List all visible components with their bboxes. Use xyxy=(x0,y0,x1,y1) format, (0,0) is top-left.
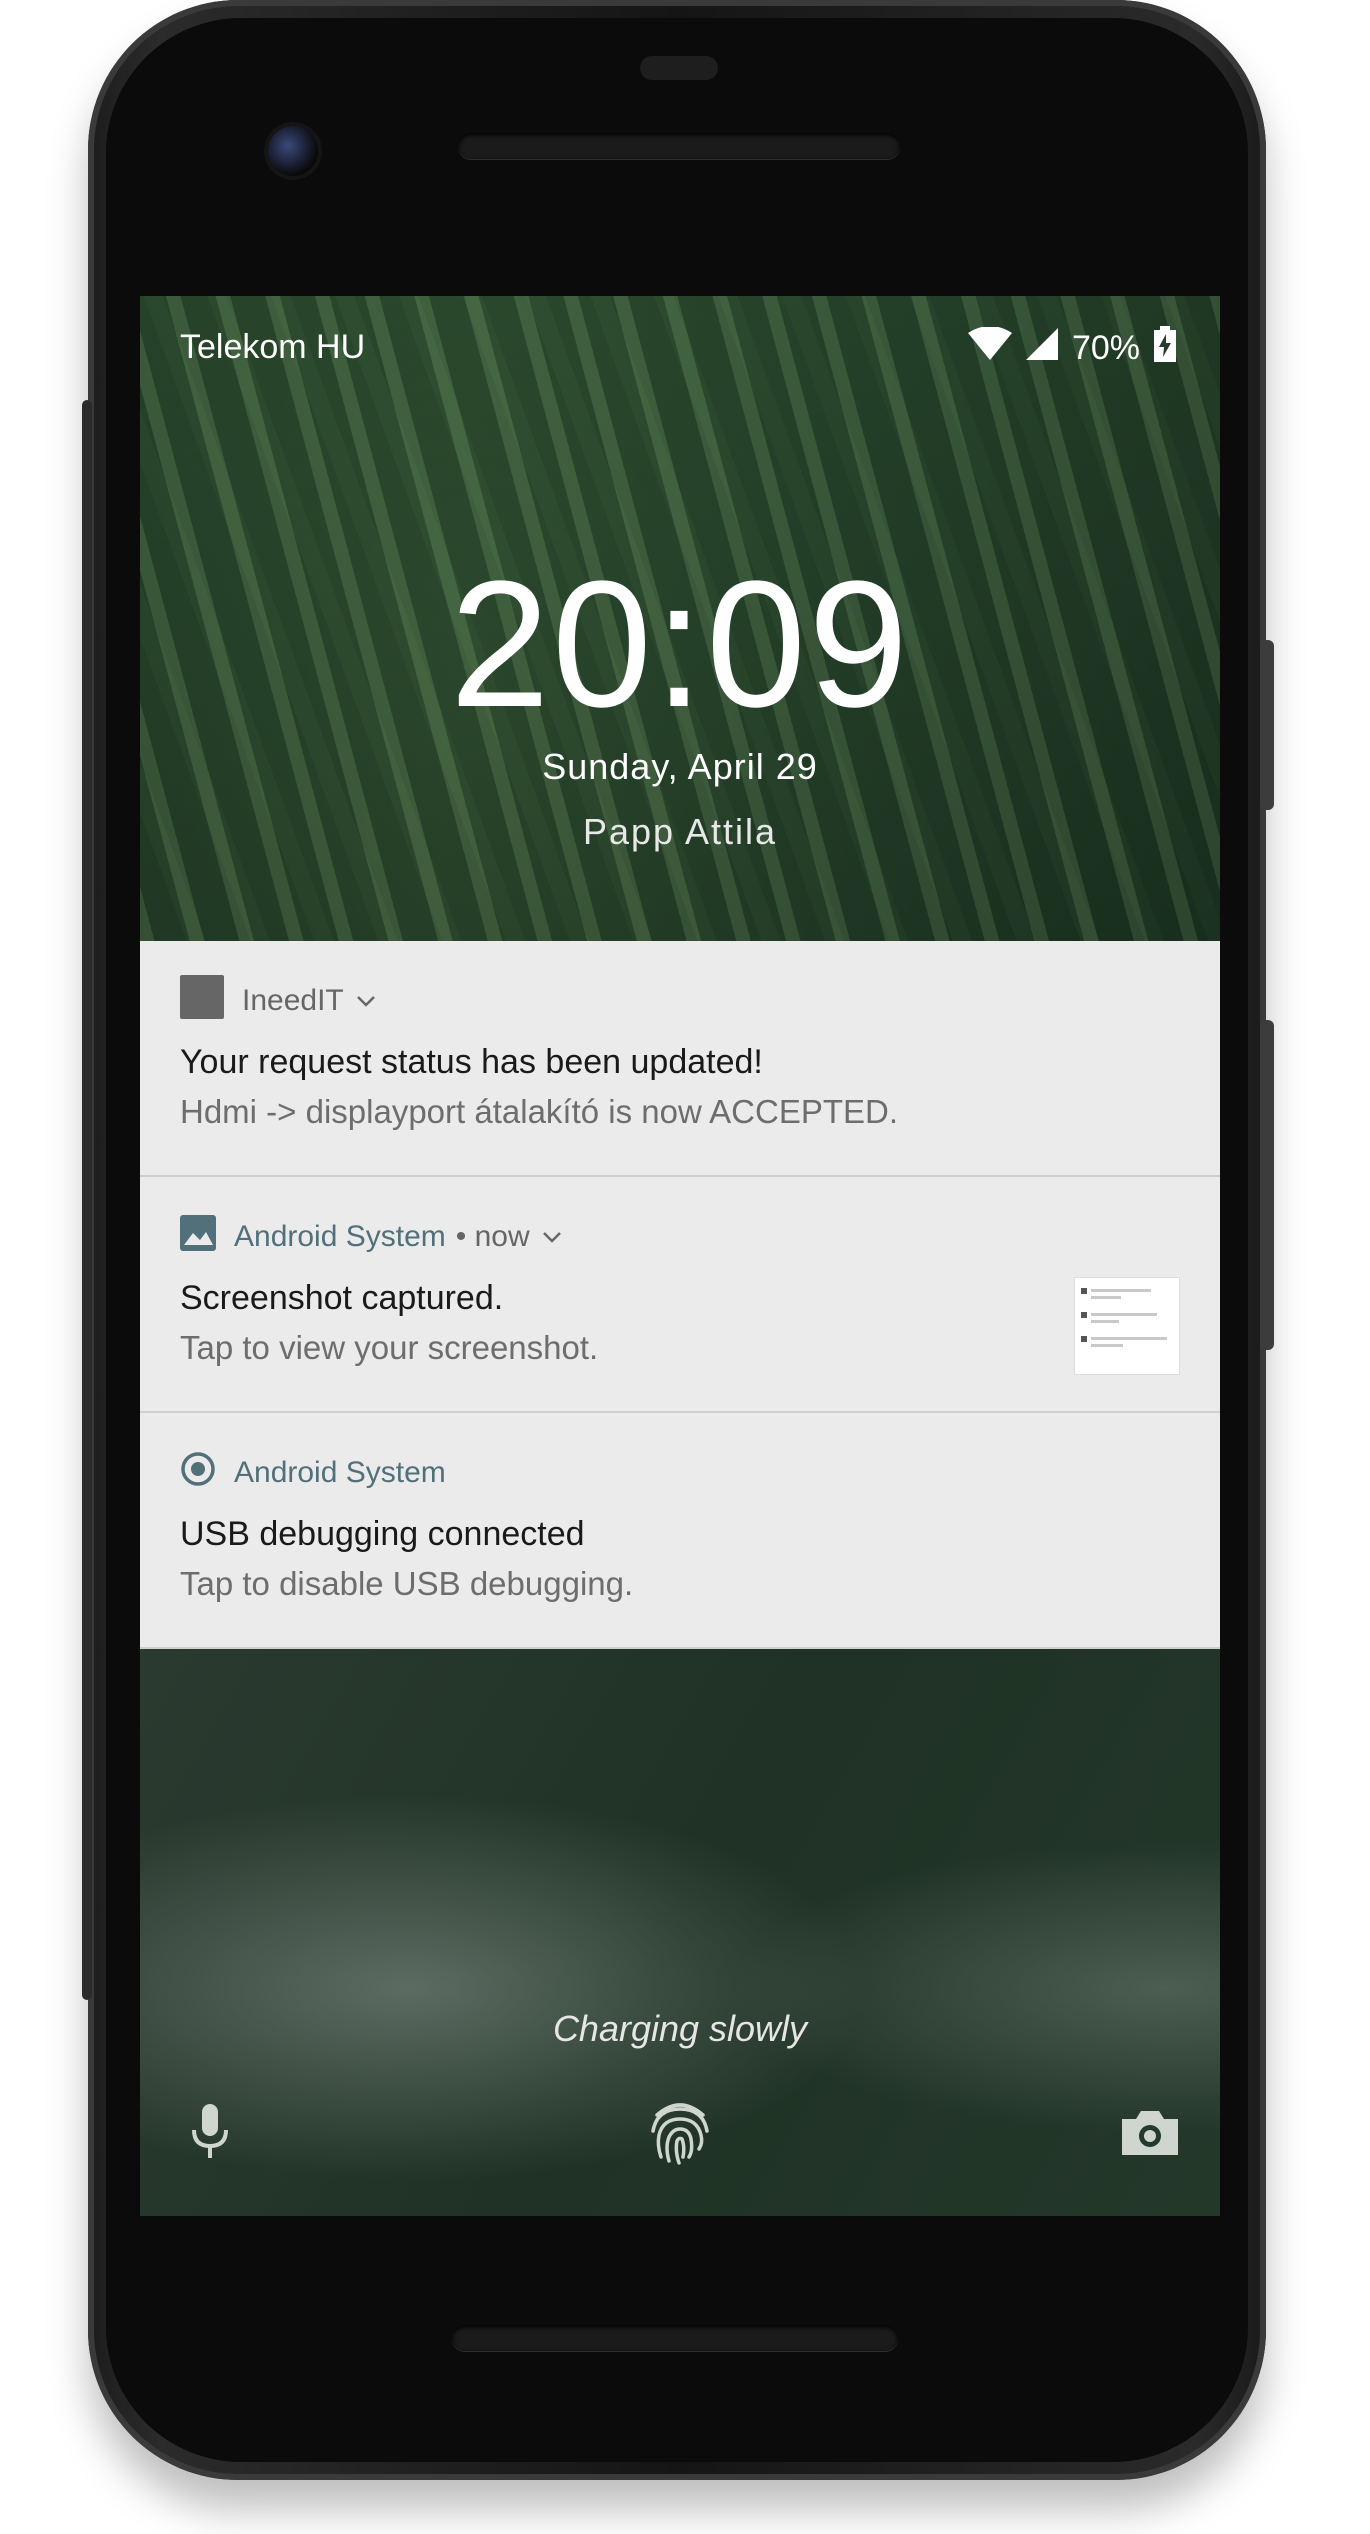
microphone-icon[interactable] xyxy=(174,2096,246,2168)
radio-target-icon xyxy=(180,1451,216,1495)
bottom-speaker xyxy=(452,2325,898,2351)
volume-button xyxy=(1260,640,1274,810)
lock-clock: 20:09 xyxy=(449,544,911,745)
notification-body: Tap to disable USB debugging. xyxy=(180,1565,634,1602)
chevron-down-icon[interactable] xyxy=(356,988,376,1014)
cell-signal-icon xyxy=(1025,328,1058,369)
app-square-icon xyxy=(180,975,224,1027)
notification-title: Your request status has been updated! xyxy=(180,1043,763,1081)
notification-header: Android System xyxy=(180,1451,446,1495)
notification-app-name: IneedIT xyxy=(242,984,344,1017)
lock-screen: Telekom HU 70% 20:09 Sunday, April 29 Pa… xyxy=(140,296,1220,2216)
notification-time: • now xyxy=(455,1220,530,1253)
notification-body: Tap to view your screenshot. xyxy=(180,1329,599,1366)
left-frame-edge xyxy=(82,400,92,2000)
notification-header: IneedIT xyxy=(180,975,376,1023)
charging-status: Charging slowly xyxy=(552,2008,808,2049)
front-camera xyxy=(268,126,318,176)
fingerprint-icon[interactable] xyxy=(644,2096,716,2168)
notification-usb-debugging[interactable]: Android System USB debugging connected T… xyxy=(140,1413,1220,1649)
battery-percent: 70% xyxy=(1071,329,1140,367)
notification-body: Hdmi -> displayport átalakító is now ACC… xyxy=(180,1093,899,1130)
battery-charging-icon xyxy=(1154,326,1176,371)
proximity-sensor xyxy=(640,56,718,80)
notification-app-name: Android System xyxy=(234,1456,446,1489)
wifi-icon xyxy=(967,326,1012,370)
screenshot-thumbnail[interactable] xyxy=(1074,1277,1180,1375)
notification-ineedit[interactable]: IneedIT Your request status has been upd… xyxy=(140,941,1220,1177)
lock-date: Sunday, April 29 xyxy=(542,746,818,787)
power-button xyxy=(1260,1020,1274,1350)
camera-icon[interactable] xyxy=(1114,2096,1186,2168)
owner-info: Papp Attila xyxy=(582,811,778,852)
notification-title: Screenshot captured. xyxy=(180,1279,504,1317)
notification-screenshot[interactable]: Android System • now Screenshot captured… xyxy=(140,1177,1220,1413)
image-icon xyxy=(180,1215,216,1259)
earpiece-speaker xyxy=(458,133,900,159)
chevron-down-icon[interactable] xyxy=(542,1224,562,1250)
status-bar: Telekom HU 70% xyxy=(140,296,1220,396)
carrier-name: Telekom HU xyxy=(180,328,366,366)
notification-app-name: Android System xyxy=(234,1220,446,1253)
notification-header: Android System • now xyxy=(180,1215,562,1259)
status-icons: 70% xyxy=(967,326,1176,371)
notification-title: USB debugging connected xyxy=(180,1515,585,1553)
